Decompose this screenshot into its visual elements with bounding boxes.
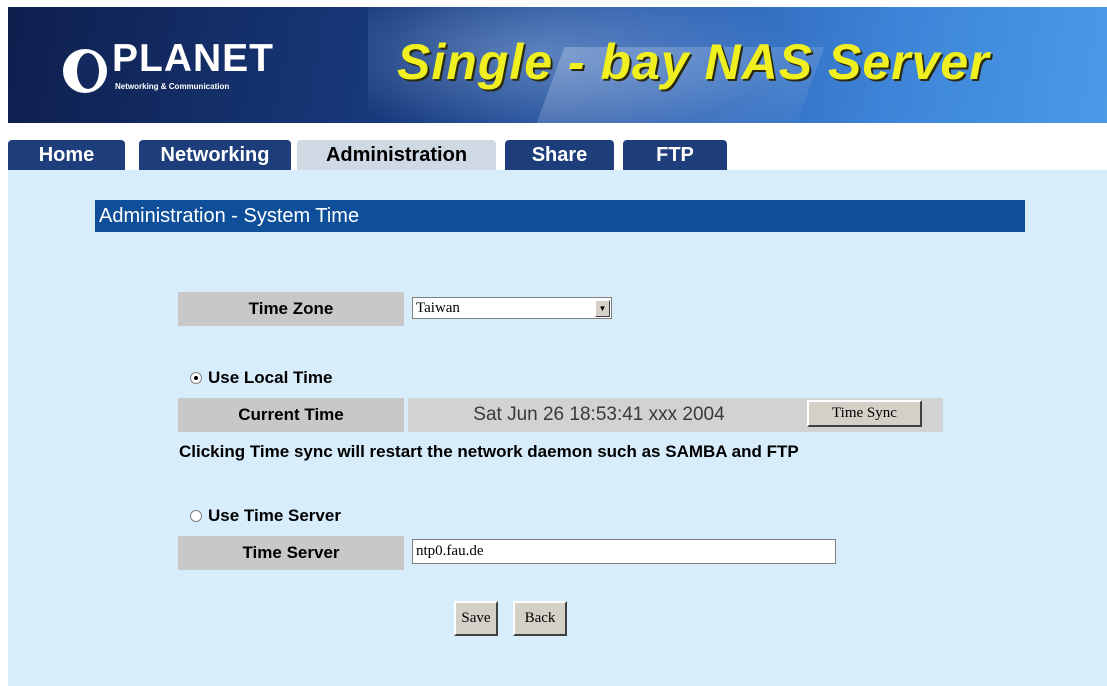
planet-logo-icon <box>63 49 107 93</box>
time-sync-note: Clicking Time sync will restart the netw… <box>179 442 799 461</box>
current-time-value: Sat Jun 26 18:53:41 xxx 2004 <box>408 398 790 432</box>
use-time-server-label: Use Time Server <box>208 506 341 525</box>
use-local-time-label: Use Local Time <box>208 368 333 387</box>
current-time-label: Current Time <box>178 398 404 432</box>
tab-networking[interactable]: Networking <box>139 140 291 170</box>
section-title: Administration - System Time <box>95 200 1025 232</box>
tab-share[interactable]: Share <box>505 140 614 170</box>
time-zone-label: Time Zone <box>178 292 404 326</box>
product-title: Single - bay NAS Server <box>397 34 990 90</box>
use-local-time-radio[interactable] <box>190 372 202 384</box>
time-zone-select[interactable]: Taiwan ▼ <box>412 297 612 319</box>
back-button[interactable]: Back <box>513 601 567 636</box>
tab-ftp[interactable]: FTP <box>623 140 727 170</box>
logo-subtext: Networking & Communication <box>115 82 230 91</box>
logo-text: PLANET <box>112 37 274 80</box>
save-button[interactable]: Save <box>454 601 498 636</box>
time-zone-value: Taiwan <box>416 299 460 316</box>
header-banner: PLANET Networking & Communication Single… <box>8 7 1107 123</box>
use-time-server-radio[interactable] <box>190 510 202 522</box>
use-local-time-option[interactable]: Use Local Time <box>190 368 332 388</box>
tab-administration[interactable]: Administration <box>297 140 496 170</box>
tab-home[interactable]: Home <box>8 140 125 170</box>
content-panel: Administration - System Time Time Zone T… <box>8 170 1107 686</box>
time-server-input[interactable]: ntp0.fau.de <box>412 539 836 564</box>
use-time-server-option[interactable]: Use Time Server <box>190 506 341 526</box>
time-sync-button[interactable]: Time Sync <box>807 400 922 427</box>
chevron-down-icon[interactable]: ▼ <box>595 299 610 317</box>
time-server-label: Time Server <box>178 536 404 570</box>
